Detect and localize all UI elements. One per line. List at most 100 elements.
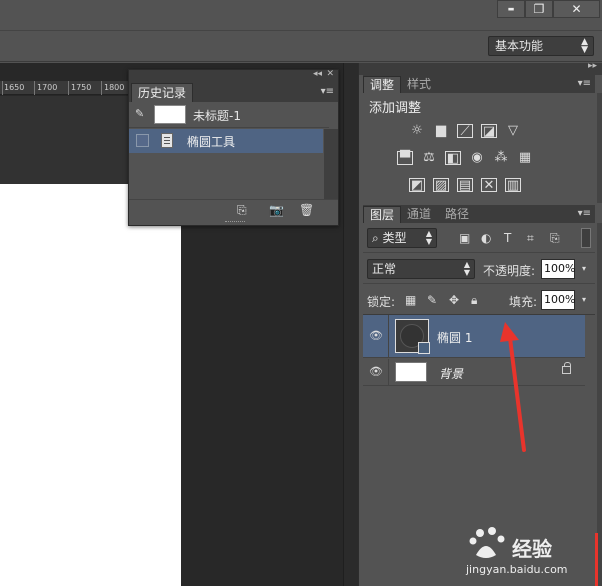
vibrance-icon[interactable]: ▽ [505, 124, 521, 138]
lock-icon [562, 362, 571, 374]
ruler-tick: 1650 [4, 83, 25, 92]
tab-history[interactable]: 历史记录 [131, 83, 194, 102]
minimize-button[interactable]: ▬ [497, 0, 525, 18]
tab-styles[interactable]: 样式 [401, 76, 437, 93]
lock-transparency-icon[interactable]: ▦ [405, 294, 416, 306]
lock-position-icon[interactable]: ✥ [449, 294, 459, 306]
black-white-icon[interactable]: ◧ [445, 151, 461, 166]
smart-object-filter-icon[interactable]: ⎘ [550, 232, 560, 244]
tab-channels[interactable]: 通道 [401, 206, 437, 223]
resize-handle[interactable] [225, 221, 245, 224]
adjustments-tabs: 调整 样式 ▾≡ [363, 75, 595, 93]
hue-saturation-icon[interactable]: ▀ [397, 151, 413, 166]
pixel-filter-icon[interactable]: ▣ [459, 232, 470, 244]
workspace-switcher[interactable]: 基本功能 ▲ ▼ [488, 36, 594, 56]
fill-label: 填充: [509, 295, 538, 309]
adjustments-scrollbar[interactable] [597, 93, 602, 203]
photo-filter-icon[interactable]: ◉ [469, 151, 485, 165]
watermark-url: jingyan.baidu.com [466, 563, 568, 576]
history-panel: ◂◂ ✕ 历史记录 ▾≡ ✎ 未标题-1 椭圆工具 ⎘ 📷 🗑 [128, 69, 339, 226]
exposure-icon[interactable]: ◪ [481, 124, 497, 139]
adjustments-heading: 添加调整 [369, 101, 422, 116]
lock-paint-icon[interactable]: ✎ [427, 294, 437, 306]
options-bar: 基本功能 ▲ ▼ [0, 30, 602, 62]
layer-filter-row: ⌕ 类型 ▲ ▼ ▣ ◐ T ⌗ ⎘ [363, 223, 595, 253]
search-icon: ⌕ [372, 231, 383, 245]
history-scrollbar[interactable] [324, 129, 338, 199]
ruler-tick: 1800 [104, 83, 125, 92]
layer-row-ellipse[interactable]: 👁︎ 椭圆 1 [363, 315, 585, 358]
tab-adjustments[interactable]: 调整 [363, 76, 402, 93]
panel-menu-icon[interactable]: ▾≡ [578, 208, 591, 219]
close-icon: ✕ [571, 2, 582, 16]
baidu-watermark: 经验 jingyan.baidu.com [466, 525, 602, 585]
eye-icon[interactable]: 👁︎ [369, 329, 383, 342]
collapse-icon[interactable]: ▸▸ [588, 61, 597, 71]
dock-grip[interactable]: ▸▸ [359, 61, 602, 75]
restore-button[interactable]: ❐ [525, 0, 553, 18]
trash-icon[interactable]: 🗑 [299, 203, 314, 217]
invert-icon[interactable]: ◩ [409, 178, 425, 193]
lock-row: 锁定: ▦ ✎ ✥ 🔒︎ 填充: 100% ▾ [363, 285, 595, 315]
baidu-paw-logo [469, 527, 505, 558]
filter-toggle-icon[interactable] [581, 228, 591, 248]
layer-name: 背景 [439, 367, 464, 381]
tab-paths[interactable]: 路径 [439, 206, 475, 223]
fill-input[interactable]: 100% [541, 290, 575, 310]
history-state[interactable]: 椭圆工具 [129, 129, 323, 153]
ruler-tick: 1700 [37, 83, 58, 92]
eye-icon[interactable]: 👁︎ [369, 365, 383, 378]
levels-icon[interactable]: ▆ [433, 124, 449, 138]
channel-mixer-icon[interactable]: ⁂ [493, 151, 509, 165]
adjustment-filter-icon[interactable]: ◐ [481, 232, 491, 244]
selective-color-icon[interactable]: ✕ [481, 178, 497, 193]
layer-thumbnail [395, 362, 427, 382]
panel-menu-icon[interactable]: ▾≡ [321, 86, 334, 97]
adjustments-panel: 添加调整 ☼ ▆ ⟋ ◪ ▽ ▀ ⚖ ◧ ◉ ⁂ ▦ ◩ ▨ ▤ ✕ ▥ [363, 93, 595, 203]
history-brush-icon[interactable]: ✎ [135, 108, 147, 120]
shape-layer-icon [418, 342, 430, 354]
posterize-icon[interactable]: ▨ [433, 178, 449, 193]
pasteboard [0, 96, 132, 184]
blend-mode-select[interactable]: 正常 ▲ ▼ [367, 259, 475, 279]
gradient-map-icon[interactable]: ▥ [505, 178, 521, 193]
document-icon [161, 133, 173, 148]
opacity-input[interactable]: 100% [541, 259, 575, 279]
workspace-label: 基本功能 [495, 39, 544, 53]
collapse-icon[interactable]: ◂◂ [313, 69, 322, 79]
layer-row-background[interactable]: 👁︎ 背景 [363, 359, 585, 386]
spinner-icon: ▲ ▼ [463, 260, 470, 277]
camera-icon[interactable]: 📷 [269, 203, 284, 217]
fill-dropdown-icon[interactable]: ▾ [577, 290, 591, 310]
lock-all-icon[interactable]: 🔒︎ [471, 294, 477, 306]
lock-label: 锁定: [367, 295, 396, 309]
close-icon[interactable]: ✕ [326, 69, 334, 79]
close-button[interactable]: ✕ [553, 0, 600, 18]
canvas[interactable] [0, 184, 181, 586]
blend-row: 正常 ▲ ▼ 不透明度: 100% ▾ [363, 254, 595, 284]
color-lookup-icon[interactable]: ▦ [517, 151, 533, 165]
threshold-icon[interactable]: ▤ [457, 178, 473, 193]
curves-icon[interactable]: ⟋ [457, 124, 473, 139]
minimize-icon: ▬ [507, 5, 515, 13]
history-tabs: 历史记录 ▾≡ [129, 82, 338, 102]
shape-filter-icon[interactable]: ⌗ [527, 232, 534, 244]
tab-layers[interactable]: 图层 [363, 206, 402, 223]
history-footer: ⎘ 📷 🗑 [129, 199, 338, 225]
document-scrollbar[interactable] [343, 63, 358, 586]
brightness-icon[interactable]: ☼ [409, 124, 425, 138]
history-snapshot[interactable]: ✎ 未标题-1 [129, 102, 329, 128]
opacity-dropdown-icon[interactable]: ▾ [577, 259, 591, 279]
panel-grip[interactable]: ◂◂ ✕ [129, 69, 338, 82]
watermark-brand: 经验 [512, 537, 552, 561]
filter-kind-select[interactable]: ⌕ 类型 ▲ ▼ [367, 228, 437, 248]
history-brush-checkbox[interactable] [136, 134, 149, 147]
filter-kind-value: 类型 [382, 231, 407, 245]
spinner-icon: ▲ ▼ [581, 37, 588, 55]
color-balance-icon[interactable]: ⚖ [421, 151, 437, 165]
type-filter-icon[interactable]: T [504, 232, 511, 244]
panel-menu-icon[interactable]: ▾≡ [578, 78, 591, 89]
new-document-icon[interactable]: ⎘ [237, 203, 247, 218]
history-state-label: 椭圆工具 [187, 135, 236, 149]
panel-dock: ▸▸ 调整 样式 ▾≡ 添加调整 ☼ ▆ ⟋ ◪ ▽ ▀ ⚖ ◧ ◉ ⁂ ▦ ◩… [358, 61, 602, 586]
